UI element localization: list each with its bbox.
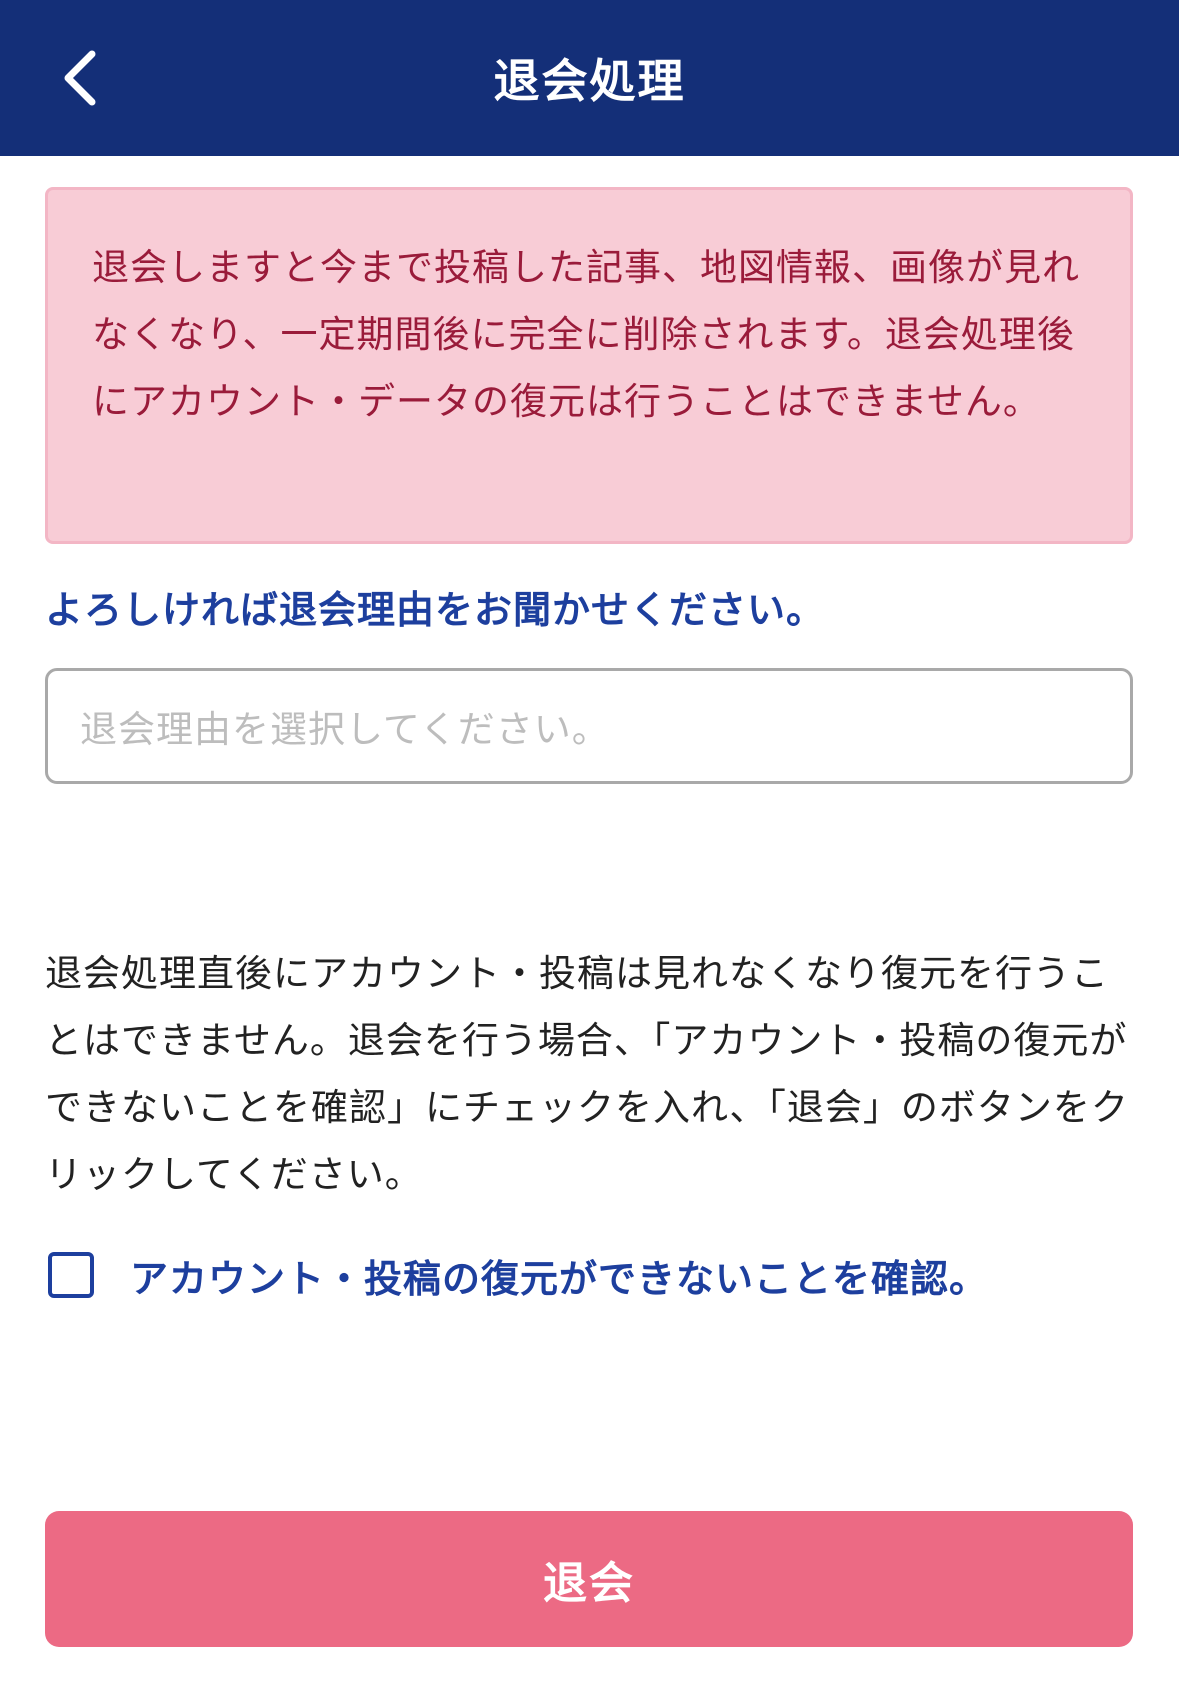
reason-select[interactable]: 退会理由を選択してください。 — [45, 668, 1133, 784]
withdrawal-page: 退会処理 退会しますと今まで投稿した記事、地図情報、画像が見れなくなり、一定期間… — [0, 0, 1179, 1704]
page-title: 退会処理 — [493, 54, 686, 108]
checkbox-unchecked-icon[interactable] — [48, 1252, 94, 1298]
warning-box: 退会しますと今まで投稿した記事、地図情報、画像が見れなくなり、一定期間後に完全に… — [45, 187, 1133, 544]
header-bar: 退会処理 — [0, 0, 1179, 156]
back-button[interactable] — [40, 38, 120, 118]
confirm-label[interactable]: アカウント・投稿の復元ができないことを確認。 — [130, 1248, 988, 1303]
instructions-text: 退会処理直後にアカウント・投稿は見れなくなり復元を行うことはできません。退会を行… — [45, 952, 1129, 1196]
withdraw-button[interactable]: 退会 — [45, 1511, 1133, 1647]
chevron-left-icon — [64, 50, 96, 106]
reason-placeholder: 退会理由を選択してください。 — [80, 708, 610, 751]
reason-prompt: よろしければ退会理由をお聞かせください。 — [45, 588, 826, 632]
confirm-checkbox-row[interactable]: アカウント・投稿の復元ができないことを確認。 — [45, 1240, 988, 1310]
